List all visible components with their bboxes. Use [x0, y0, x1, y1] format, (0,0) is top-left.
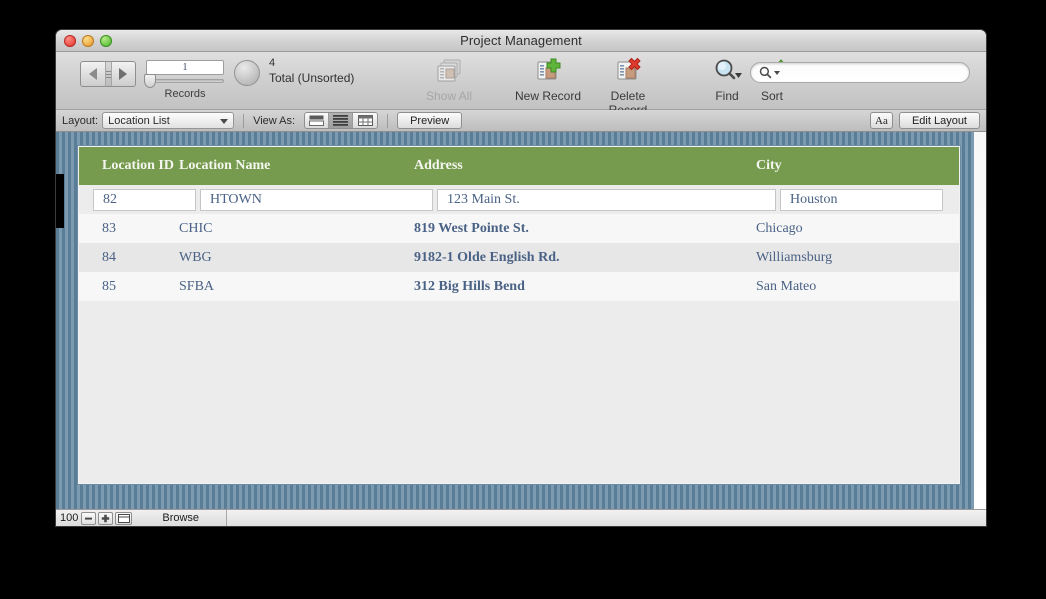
records-stack-icon	[412, 56, 486, 86]
view-as-label: View As:	[253, 114, 296, 127]
form-view-icon	[309, 115, 325, 126]
cell-location-id: 85	[102, 278, 116, 294]
cell-location-id: 83	[102, 220, 116, 236]
column-header-address[interactable]: Address	[414, 158, 756, 174]
window-titlebar: Project Management	[56, 30, 986, 52]
text-format-label: Aa	[875, 114, 888, 127]
page-title: Project Management	[460, 33, 582, 48]
search-dropdown-icon[interactable]	[774, 70, 780, 75]
column-header-location-name[interactable]: Location Name	[179, 158, 414, 174]
status-bar: 100 Browse	[56, 509, 986, 526]
previous-record-icon[interactable]	[81, 68, 105, 80]
layout-canvas: Location ID Location Name Address City 8…	[78, 146, 960, 484]
layout-label: Layout:	[62, 114, 99, 127]
divider	[387, 113, 389, 128]
text-format-button[interactable]: Aa	[869, 112, 893, 129]
table-view-button[interactable]	[353, 113, 378, 128]
table-view-icon	[357, 115, 373, 126]
record-slider-thumb[interactable]	[144, 74, 156, 88]
mode-label: Browse	[162, 512, 200, 524]
cell-location-name: CHIC	[179, 220, 213, 236]
table-row[interactable]: 83 CHIC 819 West Pointe St. Chicago	[79, 214, 959, 243]
cell-location-name: SFBA	[179, 278, 215, 294]
found-set-pie-icon[interactable]	[234, 60, 260, 86]
minimize-button[interactable]	[82, 35, 94, 47]
main-toolbar: 1 Records 4 Total (Unsorted) Show All Ne…	[56, 52, 986, 117]
total-status-label: Total (Unsorted)	[269, 71, 355, 85]
column-header-city[interactable]: City	[756, 158, 941, 174]
preview-button[interactable]: Preview	[397, 112, 463, 129]
book-spine-icon	[104, 62, 112, 86]
cell-location-id: 84	[102, 249, 116, 265]
cell-address: 312 Big Hills Bend	[414, 278, 525, 294]
zoom-level: 100	[60, 512, 79, 524]
zoom-in-button[interactable]	[98, 511, 114, 525]
edit-layout-button[interactable]: Edit Layout	[898, 112, 980, 129]
delete-record-button[interactable]: Delete Record	[591, 56, 665, 117]
traffic-lights	[64, 35, 112, 47]
cell-city: Williamsburg	[756, 249, 833, 265]
layout-bar: Layout: Location List View As: Preview A…	[56, 110, 986, 132]
minus-icon	[85, 517, 93, 520]
divider	[243, 113, 245, 128]
table-row[interactable]: 84 WBG 9182-1 Olde English Rd. Williamsb…	[79, 243, 959, 272]
total-count: 4	[269, 57, 276, 69]
active-record-row[interactable]: 82 HTOWN 123 Main St. Houston	[79, 185, 959, 214]
address-field[interactable]: 123 Main St.	[437, 188, 776, 211]
cell-city: San Mateo	[756, 278, 817, 294]
cell-address: 819 West Pointe St.	[414, 220, 529, 236]
edit-layout-label: Edit Layout	[911, 114, 967, 127]
zoom-button[interactable]	[100, 35, 112, 47]
show-all-label: Show All	[425, 89, 473, 103]
preview-label: Preview	[410, 114, 450, 127]
show-all-button: Show All	[412, 56, 486, 103]
window-pane-icon	[117, 513, 130, 523]
list-view-button[interactable]	[329, 113, 354, 128]
chevron-down-icon	[220, 119, 229, 124]
record-number-field[interactable]: 1	[146, 60, 224, 75]
city-field[interactable]: Houston	[780, 188, 943, 211]
layout-select-value: Location List	[108, 114, 170, 127]
search-icon	[759, 66, 772, 79]
table-header-row: Location ID Location Name Address City	[79, 147, 959, 185]
left-edge-notch	[56, 174, 64, 228]
location-name-field[interactable]: HTOWN	[200, 188, 433, 211]
record-navigator[interactable]	[80, 61, 136, 87]
right-margin	[974, 132, 986, 509]
form-view-button[interactable]	[305, 113, 330, 128]
view-as-group	[304, 112, 379, 129]
status-bar-right-area	[226, 510, 986, 526]
list-view-icon	[333, 115, 349, 126]
location-id-field[interactable]: 82	[93, 188, 196, 211]
column-header-location-id[interactable]: Location ID	[79, 158, 179, 174]
zoom-out-button[interactable]	[81, 511, 97, 525]
cell-location-name: WBG	[179, 249, 212, 265]
plus-icon	[102, 514, 110, 522]
content-area: Location ID Location Name Address City 8…	[56, 132, 986, 509]
record-plus-icon	[511, 56, 585, 86]
search-input[interactable]	[782, 66, 962, 79]
sort-label: Sort	[760, 89, 783, 103]
search-box[interactable]	[750, 62, 970, 83]
close-button[interactable]	[64, 35, 76, 47]
new-record-button[interactable]: New Record	[511, 56, 585, 103]
records-label: Records	[164, 88, 206, 100]
empty-body-area	[79, 301, 959, 483]
new-record-label: New Record	[514, 89, 582, 103]
record-delete-icon	[591, 56, 665, 86]
record-slider[interactable]	[146, 79, 224, 83]
next-record-icon[interactable]	[112, 68, 136, 80]
cell-address: 9182-1 Olde English Rd.	[414, 249, 560, 265]
table-row[interactable]: 85 SFBA 312 Big Hills Bend San Mateo	[79, 272, 959, 301]
filemaker-window: Project Management 1 Records 4 Total (Un…	[56, 30, 986, 526]
cell-city: Chicago	[756, 220, 803, 236]
toggle-status-area-button[interactable]	[115, 511, 133, 525]
layout-select[interactable]: Location List	[102, 112, 235, 129]
